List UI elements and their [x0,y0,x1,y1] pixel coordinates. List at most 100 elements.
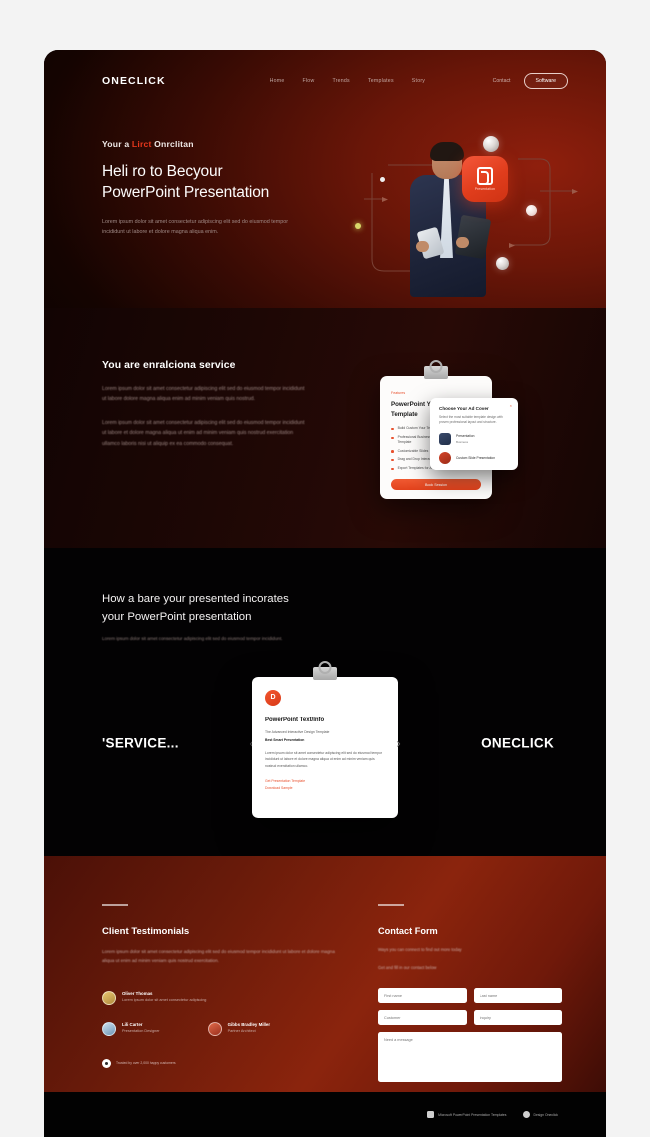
contact-form-sub-1: Ways you can connect to find out more to… [378,946,462,952]
website-mockup-frame: ONECLICK Home Flow Trends Templates Stor… [44,50,606,1137]
testimonials-heading: Client Testimonials [102,925,190,937]
hero-eyebrow: Your a Lirct Onrclitan [102,139,344,149]
header-cta-button[interactable]: Software [523,73,568,89]
nav-right-group: Contact Software [493,73,568,89]
page-root: ONECLICK Home Flow Trends Templates Stor… [0,0,650,1137]
clipboard-clip-icon [424,366,448,379]
bullet-icon [391,450,394,453]
feature-card-tag: Features [391,391,406,395]
testimonials-paragraph: Lorem ipsum dolor sit amet consectetur a… [102,948,335,963]
sphere-decoration-1 [483,136,499,152]
hero-heading: Heli ro to Becyour PowerPoint Presentati… [102,161,344,204]
hero-section: ONECLICK Home Flow Trends Templates Stor… [44,50,606,308]
carousel-card[interactable]: D PowerPoint Text/Info The Advanced Inte… [252,666,398,818]
nav-link-templates[interactable]: Templates [368,78,394,84]
testimonial-role: Lorem ipsum dolor sit amet consectetur a… [122,998,207,1003]
how-heading-line-2: your PowerPoint presentation [102,611,252,624]
footer-item-1[interactable]: Microsoft PowerPoint Presentation Templa… [427,1111,507,1118]
divider [378,904,404,906]
carousel-label-right: ONECLICK [481,735,554,751]
carousel-card-heading: PowerPoint Text/Info [265,716,325,723]
testimonial-name: Oliver Thomas [122,990,153,996]
overlay-row-subtitle: Business [456,439,469,444]
carousel-card-links: Get Presentation Template Download Sampl… [252,778,398,791]
bullet-icon [391,427,394,431]
carousel-card-bold-text: Best Smart Presentation [265,738,305,743]
testimonial-role: Partner Architect [227,1029,256,1034]
divider [102,904,128,906]
trust-badge: Trusted by over 2,000 happy customers [102,1058,342,1068]
how-it-works-subtext: Lorem ipsum dolor sit amet consectetur a… [102,635,283,641]
bullet-icon [391,467,394,471]
inquiry-input[interactable] [473,1010,562,1026]
clipboard-clip-icon [313,666,337,680]
hero-heading-line-1: Heli ro to Becyour [102,163,223,180]
contact-form-heading: Contact Form [378,925,438,936]
service-text-column: You are enralciona service Lorem ipsum d… [44,360,344,510]
nav-links: Home Flow Trends Templates Story [270,78,426,84]
testimonials-list: Oliver Thomas Lorem ipsum dolor sit amet… [102,990,342,1068]
how-it-works-heading: How a bare your presented incorates your… [102,590,606,627]
service-paragraph-2: Lorem ipsum dolor sit amet consectetur a… [102,419,305,447]
microsoft-icon [427,1111,435,1118]
first-name-input[interactable] [378,988,467,1004]
carousel-card-link-2[interactable]: Download Sample [265,785,398,791]
overlay-card-row[interactable]: Custom Slide Presentation [439,451,510,464]
carousel-card-paragraph: Lorem ipsum dolor sit amet consectetur a… [265,750,383,768]
overlay-card-row[interactable]: Presentation Business [439,432,510,445]
service-paragraph-1: Lorem ipsum dolor sit amet consectetur a… [102,386,305,403]
dot-decoration-yellow [355,223,361,229]
contact-form-sub-2: Get and fill in our contact below [378,964,437,970]
overlay-card-paragraph: Select the most suitable template design… [439,415,503,425]
testimonial-name: Gibbs Bradley Miller [227,1021,271,1027]
nav-link-story[interactable]: Story [412,78,425,84]
testimonial-role: Presentation Designer [122,1029,160,1034]
testimonial-text: Lili Carter Presentation Designer [122,1022,160,1034]
avatar [207,1021,222,1036]
secondary-overlay-card: × Choose Your Ad Cover Select the most s… [430,398,518,470]
testimonial-text: Gibbs Bradley Miller Partner Architect [228,1022,270,1034]
service-section-inner: You are enralciona service Lorem ipsum d… [44,308,606,510]
logo[interactable]: ONECLICK [102,75,166,87]
list-item: Oliver Thomas Lorem ipsum dolor sit amet… [102,990,342,1005]
testimonials-contact-section: Client Testimonials Lorem ipsum dolor si… [44,856,606,1111]
nav-link-home[interactable]: Home [270,78,285,84]
overlay-row-title: Presentation [456,434,475,439]
message-textarea[interactable] [378,1032,562,1083]
hero-body: Your a Lirct Onrclitan Heli ro to Becyou… [44,112,606,307]
app-icon-label: Presentation [474,187,496,191]
bullet-icon [391,436,394,440]
hero-text-column: Your a Lirct Onrclitan Heli ro to Becyou… [44,139,344,307]
testimonials-contact-inner: Client Testimonials Lorem ipsum dolor si… [44,856,606,1111]
overlay-row-title: Custom Slide Presentation [456,455,496,460]
customer-input[interactable] [378,1010,467,1026]
sphere-decoration-3 [526,205,537,216]
avatar [439,432,451,445]
person-right-hand [456,237,469,248]
trust-badge-text: Trusted by over 2,000 happy customers [116,1061,176,1066]
nav-link-contact[interactable]: Contact [493,78,511,84]
person-left-hand [416,241,429,252]
card-logo-icon: D [265,689,281,706]
hero-eyebrow-highlight: Lirct [131,139,152,149]
list-item: Lili Carter Presentation Designer [102,1021,160,1036]
sphere-decoration-2 [496,257,509,270]
how-it-works-section: How a bare your presented incorates your… [44,548,606,856]
check-circle-icon [102,1058,111,1068]
testimonial-text: Oliver Thomas Lorem ipsum dolor sit amet… [122,991,206,1003]
nav-link-flow[interactable]: Flow [302,78,314,84]
close-icon[interactable]: × [510,403,512,408]
dot-decoration-white [380,177,385,182]
avatar [439,451,451,464]
carousel-label-left: 'SERVICE... [102,735,179,751]
carousel-next-icon[interactable]: › [392,735,405,750]
last-name-input[interactable] [473,988,562,1004]
feature-card-cta-button[interactable]: Book Session [391,479,481,490]
hero-illustration: Presentation [344,136,606,307]
nav-link-trends[interactable]: Trends [332,78,349,84]
testimonial-row-pair: Lili Carter Presentation Designer Gibbs … [102,1021,342,1053]
footer: Microsoft PowerPoint Presentation Templa… [44,1092,606,1137]
overlay-row-text: Presentation Business [456,434,475,444]
footer-item-2[interactable]: Design Oneclick [522,1111,558,1118]
avatar [102,1021,116,1036]
